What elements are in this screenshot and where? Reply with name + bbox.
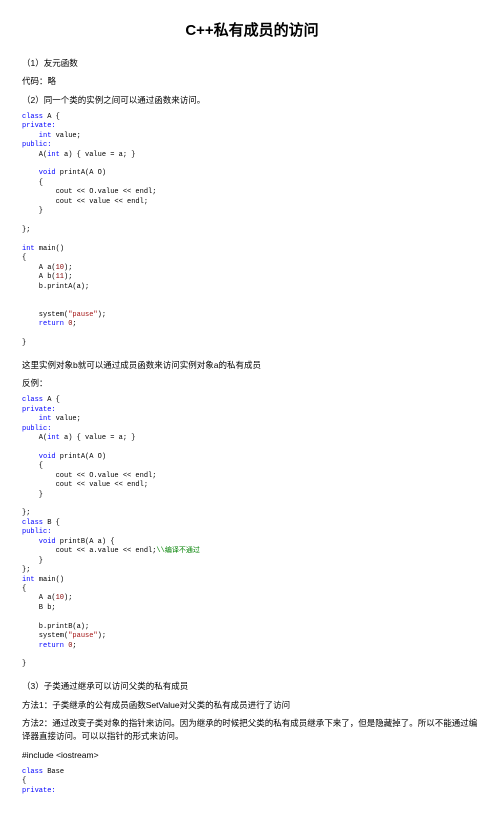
- method-1: 方法1：子类继承的公有成员函数SetValue对父类的私有成员进行了访问: [22, 699, 482, 712]
- section-1: （1）友元函数: [22, 57, 482, 70]
- method-2: 方法2：通过改变子类对象的指针来访问。因为继承的时候把父类的私有成员继承下来了，…: [22, 717, 482, 743]
- code-omit: 代码：略: [22, 75, 482, 88]
- explain-1: 这里实例对象b就可以通过成员函数来访问实例对象a的私有成员: [22, 359, 482, 372]
- page-title: C++私有成员的访问: [22, 20, 482, 43]
- section-2: （2）同一个类的实例之间可以通过函数来访问。: [22, 94, 482, 107]
- code-block-1: class A { private: int value; public: A(…: [22, 113, 482, 349]
- counter-example-label: 反例：: [22, 377, 482, 390]
- section-3: （3）子类通过继承可以访问父类的私有成员: [22, 680, 482, 693]
- code-block-2: class A { private: int value; public: A(…: [22, 396, 482, 670]
- code-block-3: class Base { private:: [22, 768, 482, 796]
- include-line: #include <iostream>: [22, 749, 482, 762]
